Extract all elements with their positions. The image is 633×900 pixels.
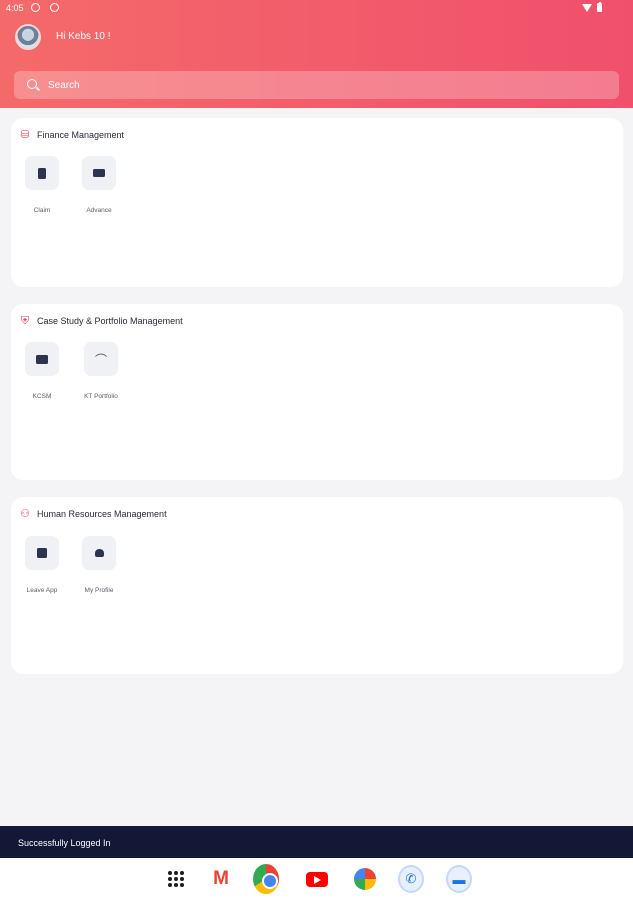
search-bar[interactable] — [14, 71, 619, 99]
tile-advance[interactable]: Advance — [69, 156, 129, 214]
tile-icon-box — [82, 536, 116, 570]
tile-icon-box — [25, 156, 59, 190]
claim-icon — [38, 167, 46, 179]
section-title: Finance Management — [37, 130, 125, 140]
tile-label: Advance — [86, 207, 112, 214]
search-input[interactable] — [48, 71, 608, 99]
wifi-icon — [582, 4, 592, 12]
calendar-icon — [37, 548, 47, 558]
search-icon — [27, 79, 37, 89]
tile-kt-portfolio[interactable]: ⌒ KT Portfolio — [71, 342, 131, 400]
tile-icon-box — [82, 156, 116, 190]
status-time: 4:05 — [6, 3, 24, 13]
tile-claim[interactable]: Claim — [12, 156, 72, 214]
greeting-text: Hi Kebs 10 ! — [56, 31, 111, 42]
dock: M ✆ ▬ — [0, 858, 633, 900]
messages-icon[interactable]: ▬ — [446, 865, 472, 893]
hanger-icon: ⌒ — [94, 352, 107, 367]
portfolio-shield-icon: ⛨ — [20, 315, 30, 327]
tile-label: My Profile — [84, 587, 114, 594]
gmail-icon[interactable]: M — [208, 866, 234, 892]
section-card-finance: ⛁ Finance Management Claim Advance — [11, 118, 623, 287]
tile-my-profile[interactable]: My Profile — [69, 536, 129, 594]
person-icon — [94, 549, 104, 557]
youtube-icon[interactable] — [304, 866, 330, 892]
app-header: 4:05 Hi Kebs 10 ! — [0, 0, 633, 108]
photos-icon[interactable] — [352, 866, 378, 892]
tile-label: Claim — [33, 207, 51, 214]
apps-icon[interactable] — [163, 866, 189, 892]
tile-icon-box: ⌒ — [84, 342, 118, 376]
notification-icon — [31, 3, 40, 12]
finance-icon: ⛁ — [20, 129, 30, 141]
section-title: Case Study & Portfolio Management — [37, 316, 183, 326]
section-card-portfolio: ⛨ Case Study & Portfolio Management KCSM… — [11, 304, 623, 480]
toast-message: Successfully Logged In — [0, 826, 633, 858]
battery-icon — [597, 1, 602, 12]
tile-icon-box — [25, 536, 59, 570]
tile-icon-box — [25, 342, 59, 376]
phone-icon[interactable]: ✆ — [398, 865, 424, 893]
tile-kcsm[interactable]: KCSM — [12, 342, 72, 400]
section-title: Human Resources Management — [37, 509, 167, 519]
notification-icon — [50, 3, 59, 12]
section-card-hr: ⚇ Human Resources Management Leave App M… — [11, 497, 623, 674]
status-bar: 4:05 — [0, 0, 633, 18]
advance-icon — [93, 169, 105, 177]
tile-leave-app[interactable]: Leave App — [12, 536, 72, 594]
avatar[interactable] — [15, 24, 41, 50]
folder-icon — [36, 354, 48, 364]
chrome-icon[interactable] — [253, 864, 279, 894]
tile-label: KT Portfolio — [84, 393, 118, 400]
tile-label: KCSM — [32, 393, 52, 400]
tile-label: Leave App — [26, 587, 58, 594]
people-icon: ⚇ — [20, 508, 30, 520]
